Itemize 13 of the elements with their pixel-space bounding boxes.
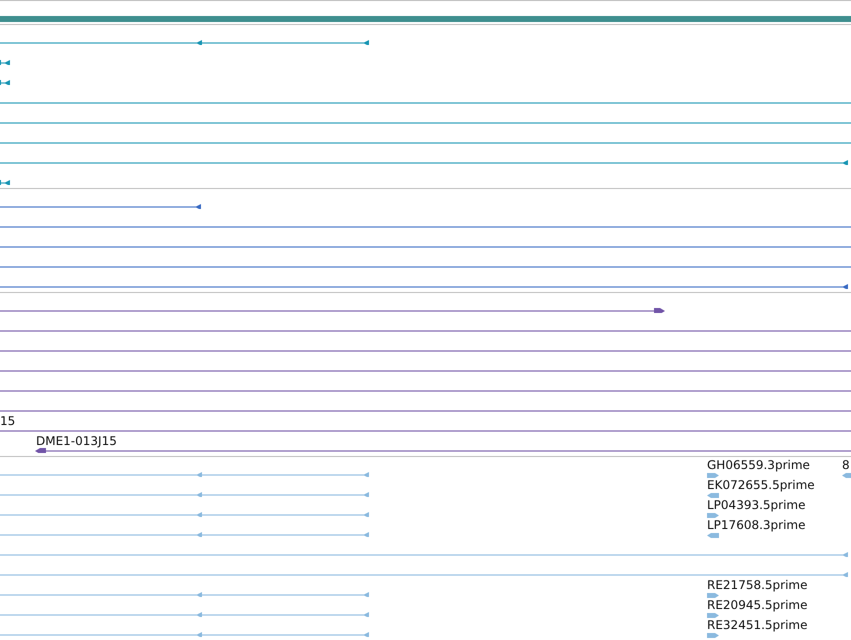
feature-label: DME1-013J15 bbox=[36, 434, 117, 448]
feature-arrow bbox=[0, 80, 10, 85]
feature-label: GH06559.3prime bbox=[707, 458, 810, 472]
feature-arrow bbox=[0, 60, 10, 65]
feature-label: LP04393.5prime bbox=[707, 498, 806, 512]
feature-label: RE21758.5prime bbox=[707, 578, 808, 592]
feature-label: 15 bbox=[0, 414, 16, 428]
feature-arrow bbox=[0, 180, 10, 185]
feature-label: 8 bbox=[842, 458, 850, 472]
feature-label: LP17608.3prime bbox=[707, 518, 806, 532]
feature-label: RE32451.5prime bbox=[707, 618, 808, 632]
feature-label: EK072655.5prime bbox=[707, 478, 815, 492]
feature-label: RE20945.5prime bbox=[707, 598, 808, 612]
